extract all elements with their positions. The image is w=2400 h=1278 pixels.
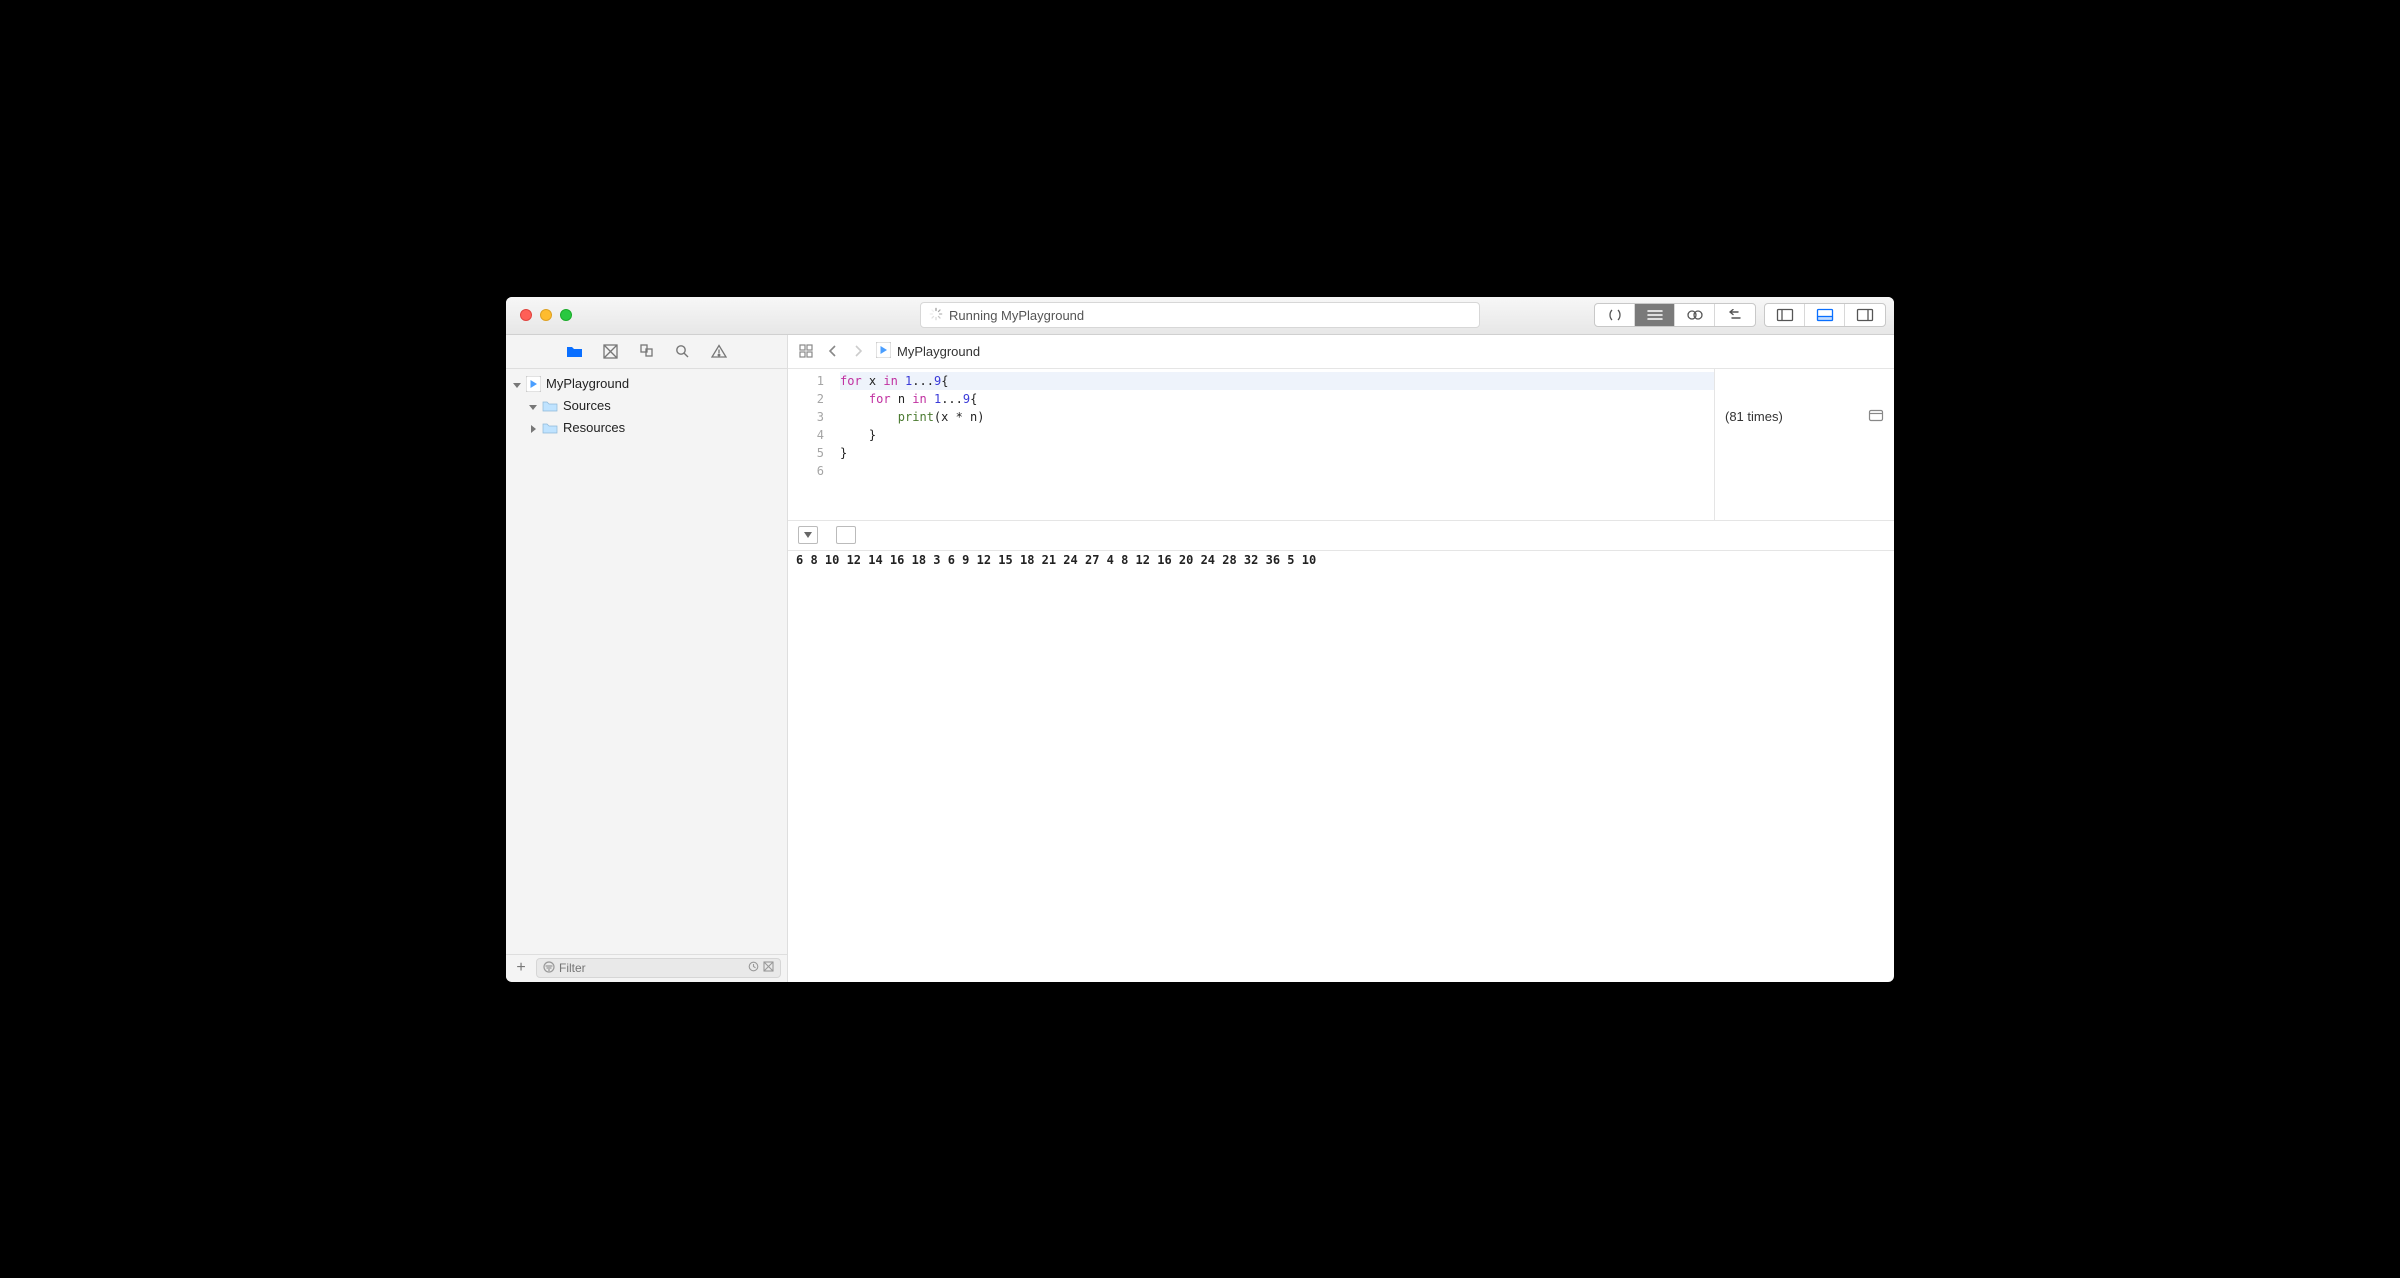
jump-bar: MyPlayground [788, 335, 1894, 369]
code-line-4[interactable]: } [840, 426, 1714, 444]
version-editor-button[interactable] [1675, 304, 1715, 326]
assistant-editor-button[interactable] [1635, 304, 1675, 326]
console-variables-toggle[interactable] [836, 526, 856, 544]
code-line-6[interactable] [840, 462, 1714, 480]
tree-item-label: Sources [563, 398, 611, 413]
project-navigator-tab[interactable] [566, 342, 584, 360]
navigator-sidebar: MyPlayground Sources Resources + [506, 335, 788, 982]
folder-icon [542, 399, 558, 412]
forward-button[interactable] [850, 344, 866, 358]
code-line-3[interactable]: print(x * n) [840, 408, 1714, 426]
status-text: Running MyPlayground [949, 308, 1084, 323]
folder-icon [542, 421, 558, 434]
filter-icon [543, 961, 555, 976]
code-content[interactable]: for x in 1...9{ for n in 1...9{ print(x … [832, 369, 1714, 520]
playground-icon [876, 342, 891, 361]
editor-split: 123456 for x in 1...9{ for n in 1...9{ p… [788, 369, 1894, 521]
search-navigator-tab[interactable] [674, 342, 692, 360]
standard-editor-button[interactable] [1595, 304, 1635, 326]
scm-filter-icon[interactable] [763, 961, 774, 975]
minimize-window-button[interactable] [540, 309, 552, 321]
console-toolbar [788, 521, 1894, 551]
close-window-button[interactable] [520, 309, 532, 321]
filter-box[interactable] [536, 958, 781, 978]
panel-visibility-segment [1764, 303, 1886, 327]
tree-item-label: MyPlayground [546, 376, 629, 391]
titlebar: Running MyPlayground [506, 297, 1894, 335]
spinner-icon [929, 307, 949, 324]
add-button[interactable]: + [512, 959, 530, 977]
issue-navigator-tab[interactable] [710, 342, 728, 360]
navigator-bottom-bar: + [506, 954, 787, 982]
chevron-right-icon[interactable] [528, 422, 540, 434]
chevron-down-icon[interactable] [528, 400, 540, 412]
xcode-window: Running MyPlayground [506, 297, 1894, 982]
filter-input[interactable] [559, 961, 744, 975]
result-count-label: (81 times) [1725, 409, 1868, 520]
tree-item-myplayground[interactable]: MyPlayground [506, 373, 787, 395]
traffic-lights [514, 309, 572, 321]
console-output[interactable]: 6 8 10 12 14 16 18 3 6 9 12 15 18 21 24 … [788, 551, 1894, 982]
tree-item-resources[interactable]: Resources [506, 417, 787, 439]
related-items-icon[interactable] [798, 344, 814, 358]
playground-icon [526, 376, 541, 392]
editor-mode-segment [1594, 303, 1756, 327]
symbol-navigator-tab[interactable] [602, 342, 620, 360]
toggle-navigator-button[interactable] [1765, 304, 1805, 326]
code-line-2[interactable]: for n in 1...9{ [840, 390, 1714, 408]
tree-item-label: Resources [563, 420, 625, 435]
toggle-utilities-button[interactable] [1845, 304, 1885, 326]
file-tree[interactable]: MyPlayground Sources Resources [506, 369, 787, 954]
back-button[interactable] [824, 344, 840, 358]
quicklook-icon[interactable] [1868, 409, 1884, 520]
jump-bar-file[interactable]: MyPlayground [876, 342, 980, 361]
results-sidebar: (81 times) [1714, 369, 1894, 520]
toolbar-right [1594, 303, 1886, 327]
find-navigator-tab[interactable] [638, 342, 656, 360]
toggle-debug-area-button[interactable] [1805, 304, 1845, 326]
jump-bar-file-label: MyPlayground [897, 344, 980, 359]
main-editor-area: MyPlayground 123456 for x in 1...9{ for … [788, 335, 1894, 982]
code-line-5[interactable]: } [840, 444, 1714, 462]
review-editor-button[interactable] [1715, 304, 1755, 326]
code-editor[interactable]: 123456 for x in 1...9{ for n in 1...9{ p… [788, 369, 1714, 520]
navigator-tabs [506, 335, 787, 369]
zoom-window-button[interactable] [560, 309, 572, 321]
tree-item-sources[interactable]: Sources [506, 395, 787, 417]
console-output-toggle[interactable] [798, 526, 818, 544]
code-line-1[interactable]: for x in 1...9{ [840, 372, 1714, 390]
line-gutter: 123456 [788, 369, 832, 520]
activity-status-bar[interactable]: Running MyPlayground [920, 302, 1480, 328]
chevron-down-icon[interactable] [512, 378, 524, 390]
recent-filter-icon[interactable] [748, 961, 759, 975]
